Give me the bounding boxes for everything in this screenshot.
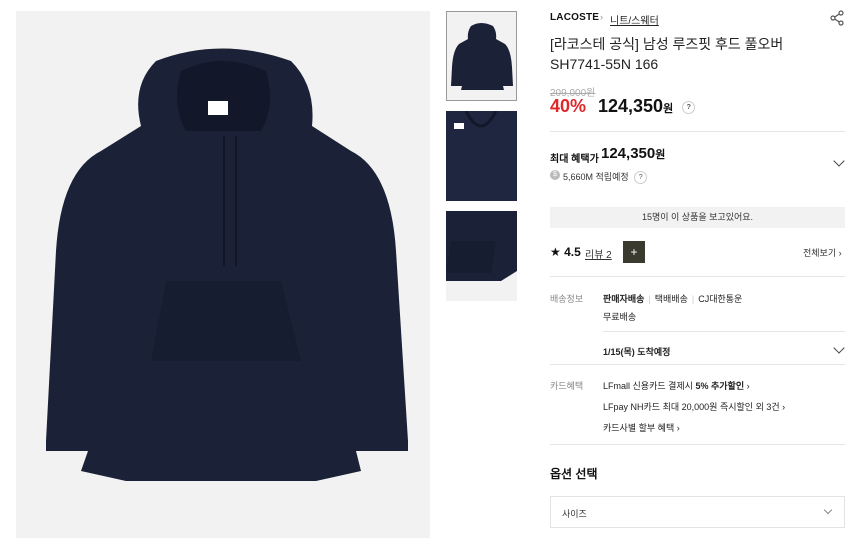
shipping-tag: 판매자배송 (603, 294, 645, 304)
arrival-date: 1/15(목) 도착예정 (603, 347, 671, 357)
review-photo-thumb[interactable]: + (623, 241, 645, 263)
divider (550, 276, 845, 277)
max-benefit-price: 124,350원 (601, 145, 665, 162)
divider (550, 131, 845, 132)
tag-separator: | (648, 294, 651, 304)
category-link[interactable]: 니트/스웨터 (610, 12, 659, 27)
shipping-label: 배송정보 (550, 294, 584, 304)
divider (550, 444, 845, 445)
coin-icon: $ (550, 170, 560, 180)
shipping-tags: 판매자배송 | 택배배송 | CJ대한통운 (603, 292, 742, 305)
size-select-label: 사이즈 (562, 509, 587, 519)
review-count-link[interactable]: 리뷰 2 (585, 246, 612, 261)
thumbnail-3[interactable] (446, 211, 517, 301)
hoodie-pocket-thumb (446, 211, 517, 281)
breadcrumb-separator: › (600, 12, 603, 22)
card-benefit-1-highlight: 5% 추가할인 (695, 381, 745, 391)
size-select[interactable]: 사이즈 (550, 496, 845, 528)
card-benefit-3[interactable]: 카드사별 할부 혜택 › (603, 421, 680, 434)
review-count[interactable]: 리뷰 2 (585, 250, 612, 261)
divider (603, 331, 845, 332)
max-benefit-unit: 원 (655, 149, 666, 161)
free-shipping: 무료배송 (603, 312, 637, 322)
card-benefit-label: 카드혜택 (550, 381, 584, 391)
viewers-banner: 15명이 이 상품을 보고있어요. (550, 207, 845, 228)
chevron-right-icon: › (746, 381, 750, 391)
chevron-down-icon (823, 505, 833, 515)
sale-price-unit: 원 (663, 103, 674, 115)
star-icon: ★ (550, 245, 561, 259)
points-help-icon[interactable]: ? (634, 171, 648, 185)
shipping-tag: 택배배송 (654, 294, 688, 304)
option-heading: 옵션 선택 (550, 467, 598, 481)
max-benefit-number: 124,350 (601, 145, 656, 162)
card-benefit-2[interactable]: LFpay NH카드 최대 20,000원 즉시할인 외 3건 › (603, 400, 785, 413)
share-icon[interactable] (829, 10, 845, 26)
hoodie-detail-thumb (446, 110, 517, 201)
thumbnail-1[interactable] (446, 11, 517, 101)
sale-price-number: 124,350 (598, 96, 664, 116)
rating-value: 4.5 (564, 245, 581, 259)
brand-name[interactable]: LACOSTE (550, 12, 599, 23)
hoodie-image (46, 48, 408, 481)
benefit-expand-chevron-icon[interactable] (833, 155, 845, 167)
price-help-icon[interactable]: ? (682, 100, 696, 114)
discount-rate: 40% (550, 96, 587, 116)
shipping-tag: CJ대한통운 (698, 294, 743, 304)
points-text: 5,660M 적립예정 ? (563, 170, 648, 185)
points-value: 5,660M 적립예정 (563, 172, 629, 182)
hoodie-front-thumb (451, 23, 513, 90)
sale-price: 124,350원 ? (598, 96, 696, 117)
rating: ★ 4.5 (550, 245, 581, 259)
thumbnail-2[interactable] (446, 110, 517, 201)
product-title: [라코스테 공식] 남성 루즈핏 후드 풀오버 SH7741-55N 166 (550, 36, 784, 72)
card-benefit-1-text: LFmall 신용카드 결제시 (603, 381, 696, 391)
card-benefit-1[interactable]: LFmall 신용카드 결제시 5% 추가할인 › (603, 379, 750, 392)
tag-separator: | (691, 294, 695, 304)
max-benefit-label: 최대 혜택가 (550, 154, 599, 165)
main-product-image[interactable] (16, 11, 430, 538)
view-all-reviews-link[interactable]: 전체보기 › (803, 246, 842, 259)
divider (550, 364, 845, 365)
arrival-expand-chevron-icon[interactable] (833, 342, 845, 354)
